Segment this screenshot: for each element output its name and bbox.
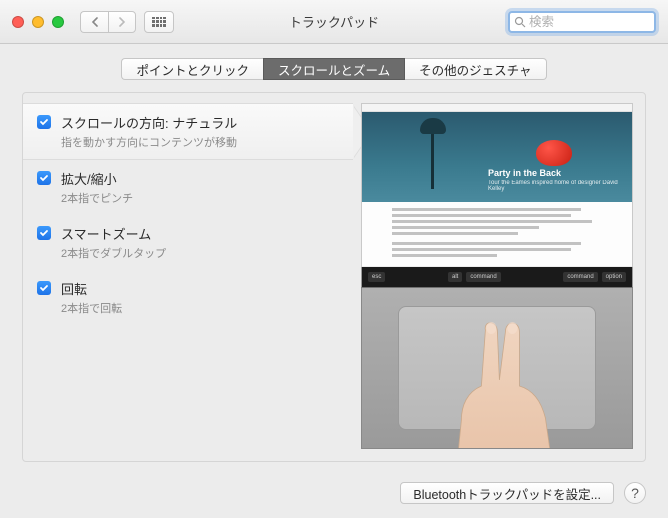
option-subtitle: 2本指でダブルタップ: [61, 245, 166, 261]
forward-button[interactable]: [108, 11, 136, 33]
gesture-preview: Party in the Back Tour the Eames inspire…: [353, 93, 645, 461]
option-scroll-direction[interactable]: スクロールの方向: ナチュラル 指を動かす方向にコンテンツが移動: [23, 103, 353, 160]
bluetooth-setup-button[interactable]: Bluetoothトラックパッドを設定...: [400, 482, 614, 504]
help-button[interactable]: ?: [624, 482, 646, 504]
option-rotate[interactable]: 回転 2本指で回転: [23, 270, 353, 325]
titlebar: トラックパッド: [0, 0, 668, 44]
option-smart-zoom[interactable]: スマートズーム 2本指でダブルタップ: [23, 215, 353, 270]
lamp-graphic: [420, 118, 460, 188]
show-all-button[interactable]: [144, 11, 174, 33]
hero-subtitle: Tour the Eames inspired home of designer…: [488, 180, 618, 192]
tab-more-gestures[interactable]: その他のジェスチャ: [405, 58, 546, 80]
zoom-icon[interactable]: [52, 16, 64, 28]
tab-scroll-zoom[interactable]: スクロールとズーム: [263, 58, 405, 80]
close-icon[interactable]: [12, 16, 24, 28]
preview-hero: Party in the Back Tour the Eames inspire…: [362, 112, 632, 202]
preview-article: [362, 202, 632, 266]
tb-key: esc: [368, 272, 385, 282]
option-subtitle: 指を動かす方向にコンテンツが移動: [61, 134, 237, 150]
checkbox-rotate[interactable]: [37, 281, 51, 295]
tb-key: option: [602, 272, 626, 282]
search-icon: [514, 16, 526, 28]
preview-screen: Party in the Back Tour the Eames inspire…: [361, 103, 633, 267]
hero-text: Party in the Back Tour the Eames inspire…: [488, 168, 618, 192]
option-title: 拡大/縮小: [61, 169, 133, 188]
preview-trackpad: [361, 287, 633, 449]
option-text: スマートズーム 2本指でダブルタップ: [61, 224, 166, 261]
option-title: スマートズーム: [61, 224, 166, 243]
option-title: スクロールの方向: ナチュラル: [61, 113, 237, 132]
footer-bar: Bluetoothトラックパッドを設定... ?: [400, 482, 646, 504]
option-text: 拡大/縮小 2本指でピンチ: [61, 169, 133, 206]
nav-buttons: [80, 11, 136, 33]
option-subtitle: 2本指で回転: [61, 300, 122, 316]
grid-icon: [152, 17, 166, 27]
tab-bar: ポイントとクリック スクロールとズーム その他のジェスチャ: [22, 58, 646, 80]
tb-key: command: [466, 272, 500, 282]
preview-dock: [362, 266, 632, 267]
minimize-icon[interactable]: [32, 16, 44, 28]
tab-point-click[interactable]: ポイントとクリック: [121, 58, 263, 80]
search-input[interactable]: [529, 15, 650, 29]
hand-graphic: [423, 310, 583, 449]
window-controls: [12, 16, 64, 28]
preview-touchbar: esc alt command command option: [361, 267, 633, 287]
checkbox-scroll-direction[interactable]: [37, 115, 51, 129]
option-subtitle: 2本指でピンチ: [61, 190, 133, 206]
settings-panel: スクロールの方向: ナチュラル 指を動かす方向にコンテンツが移動 拡大/縮小 2…: [22, 92, 646, 462]
content-area: ポイントとクリック スクロールとズーム その他のジェスチャ スクロールの方向: …: [0, 44, 668, 518]
option-zoom[interactable]: 拡大/縮小 2本指でピンチ: [23, 160, 353, 215]
option-title: 回転: [61, 279, 122, 298]
tb-key: command: [563, 272, 597, 282]
cushion-graphic: [536, 140, 572, 166]
hero-title: Party in the Back: [488, 168, 618, 178]
checkbox-zoom[interactable]: [37, 171, 51, 185]
tb-key: alt: [448, 272, 462, 282]
back-button[interactable]: [80, 11, 108, 33]
option-text: スクロールの方向: ナチュラル 指を動かす方向にコンテンツが移動: [61, 113, 237, 150]
search-field[interactable]: [508, 11, 656, 33]
option-text: 回転 2本指で回転: [61, 279, 122, 316]
preview-menubar: [362, 104, 632, 112]
checkbox-smart-zoom[interactable]: [37, 226, 51, 240]
options-list: スクロールの方向: ナチュラル 指を動かす方向にコンテンツが移動 拡大/縮小 2…: [23, 93, 353, 461]
